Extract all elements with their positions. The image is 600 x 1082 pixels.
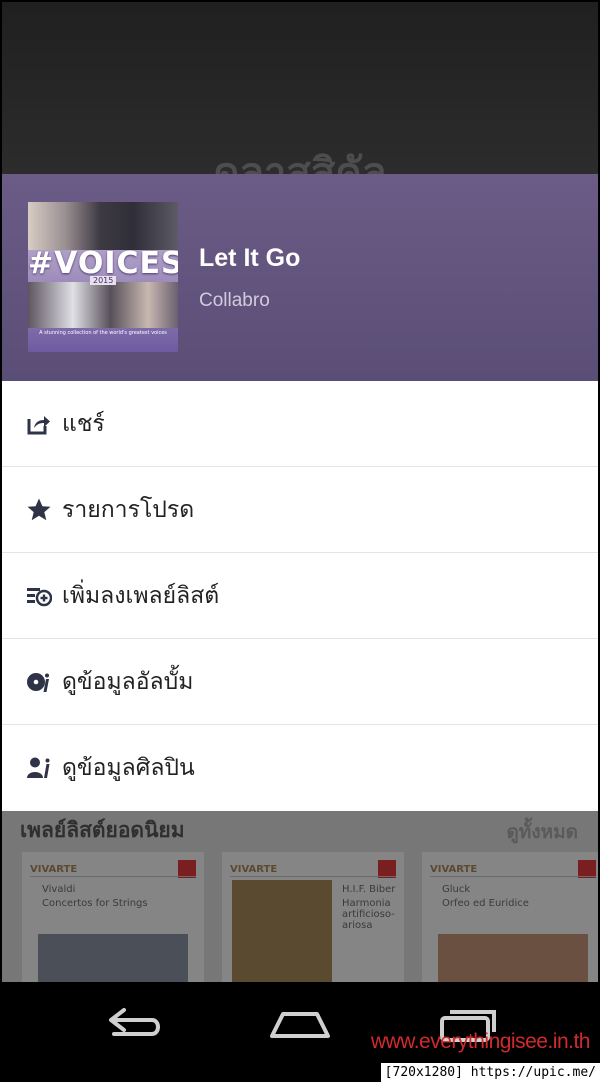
menu-item-label: เพิ่มลงเพลย์ลิสต์ [62,582,220,609]
menu-item-add-to-playlist[interactable]: เพิ่มลงเพลย์ลิสต์ [2,553,598,639]
screen: ดลาสสิคัล เพลย์ลิสต์ยอดนิยม ดูทั้งหมด VI… [2,2,598,1080]
popular-playlists-title: เพลย์ลิสต์ยอดนิยม [20,818,185,842]
home-icon[interactable] [268,1004,332,1048]
track-artist: Collabro [199,290,270,311]
menu-item-label: ดูข้อมูลอัลบั้ม [62,668,194,695]
see-all-link[interactable]: ดูทั้งหมด [506,817,578,847]
star-icon [26,497,52,523]
add-to-playlist-icon [26,583,52,609]
card-divider [430,876,596,877]
menu-item-share[interactable]: แชร์ [2,381,598,467]
album-cover-tagline: A stunning collection of the world's gre… [39,330,167,336]
card-line2: Harmonia artificioso-ariosa [342,898,395,931]
menu-item-artist-info[interactable]: ดูข้อมูลศิลปิน [2,725,598,811]
playlist-card[interactable]: VIVARTE Gluck Orfeo ed Euridice [422,852,598,987]
menu-item-favorite[interactable]: รายการโปรด [2,467,598,553]
playlist-card[interactable]: VIVARTE H.I.F. Biber Harmonia artificios… [222,852,404,987]
action-menu: แชร์ รายการโปรด เพิ่มลงเพลย์ลิสต์ ดูข้อม… [2,381,598,811]
album-cover-year: 2015 [90,276,117,285]
card-line1: H.I.F. Biber [342,884,396,895]
album-info-icon [26,669,52,695]
image-host-footer: [720x1280] https://upic.me/ [380,1063,600,1082]
menu-item-album-info[interactable]: ดูข้อมูลอัลบั้ม [2,639,598,725]
menu-item-label: รายการโปรด [62,496,195,523]
card-line1: Vivaldi [42,884,76,895]
album-cover: #VOICES 2015 A stunning collection of th… [28,202,178,352]
card-artwork [232,880,332,987]
album-cover-photos [28,282,178,328]
back-icon[interactable] [106,1004,164,1048]
card-label: VIVARTE [30,864,78,875]
album-cover-photos [28,202,178,250]
background-header: ดลาสสิคัล [2,2,598,196]
watermark: www.everythingisee.in.th [370,1030,591,1053]
card-artwork [438,934,588,987]
card-label: VIVARTE [430,864,478,875]
artist-info-icon [26,755,52,781]
now-playing-header: #VOICES 2015 A stunning collection of th… [2,174,598,381]
share-icon [26,411,52,437]
card-divider [230,876,396,877]
card-divider [30,876,196,877]
card-line2: Orfeo ed Euridice [442,898,529,909]
track-title: Let It Go [199,244,301,272]
menu-item-label: ดูข้อมูลศิลปิน [62,755,195,781]
card-artwork [38,934,188,987]
menu-item-label: แชร์ [62,410,105,437]
card-line1: Gluck [442,884,471,895]
card-label: VIVARTE [230,864,278,875]
card-line2: Concertos for Strings [42,898,148,909]
playlist-card[interactable]: VIVARTE Vivaldi Concertos for Strings [22,852,204,987]
